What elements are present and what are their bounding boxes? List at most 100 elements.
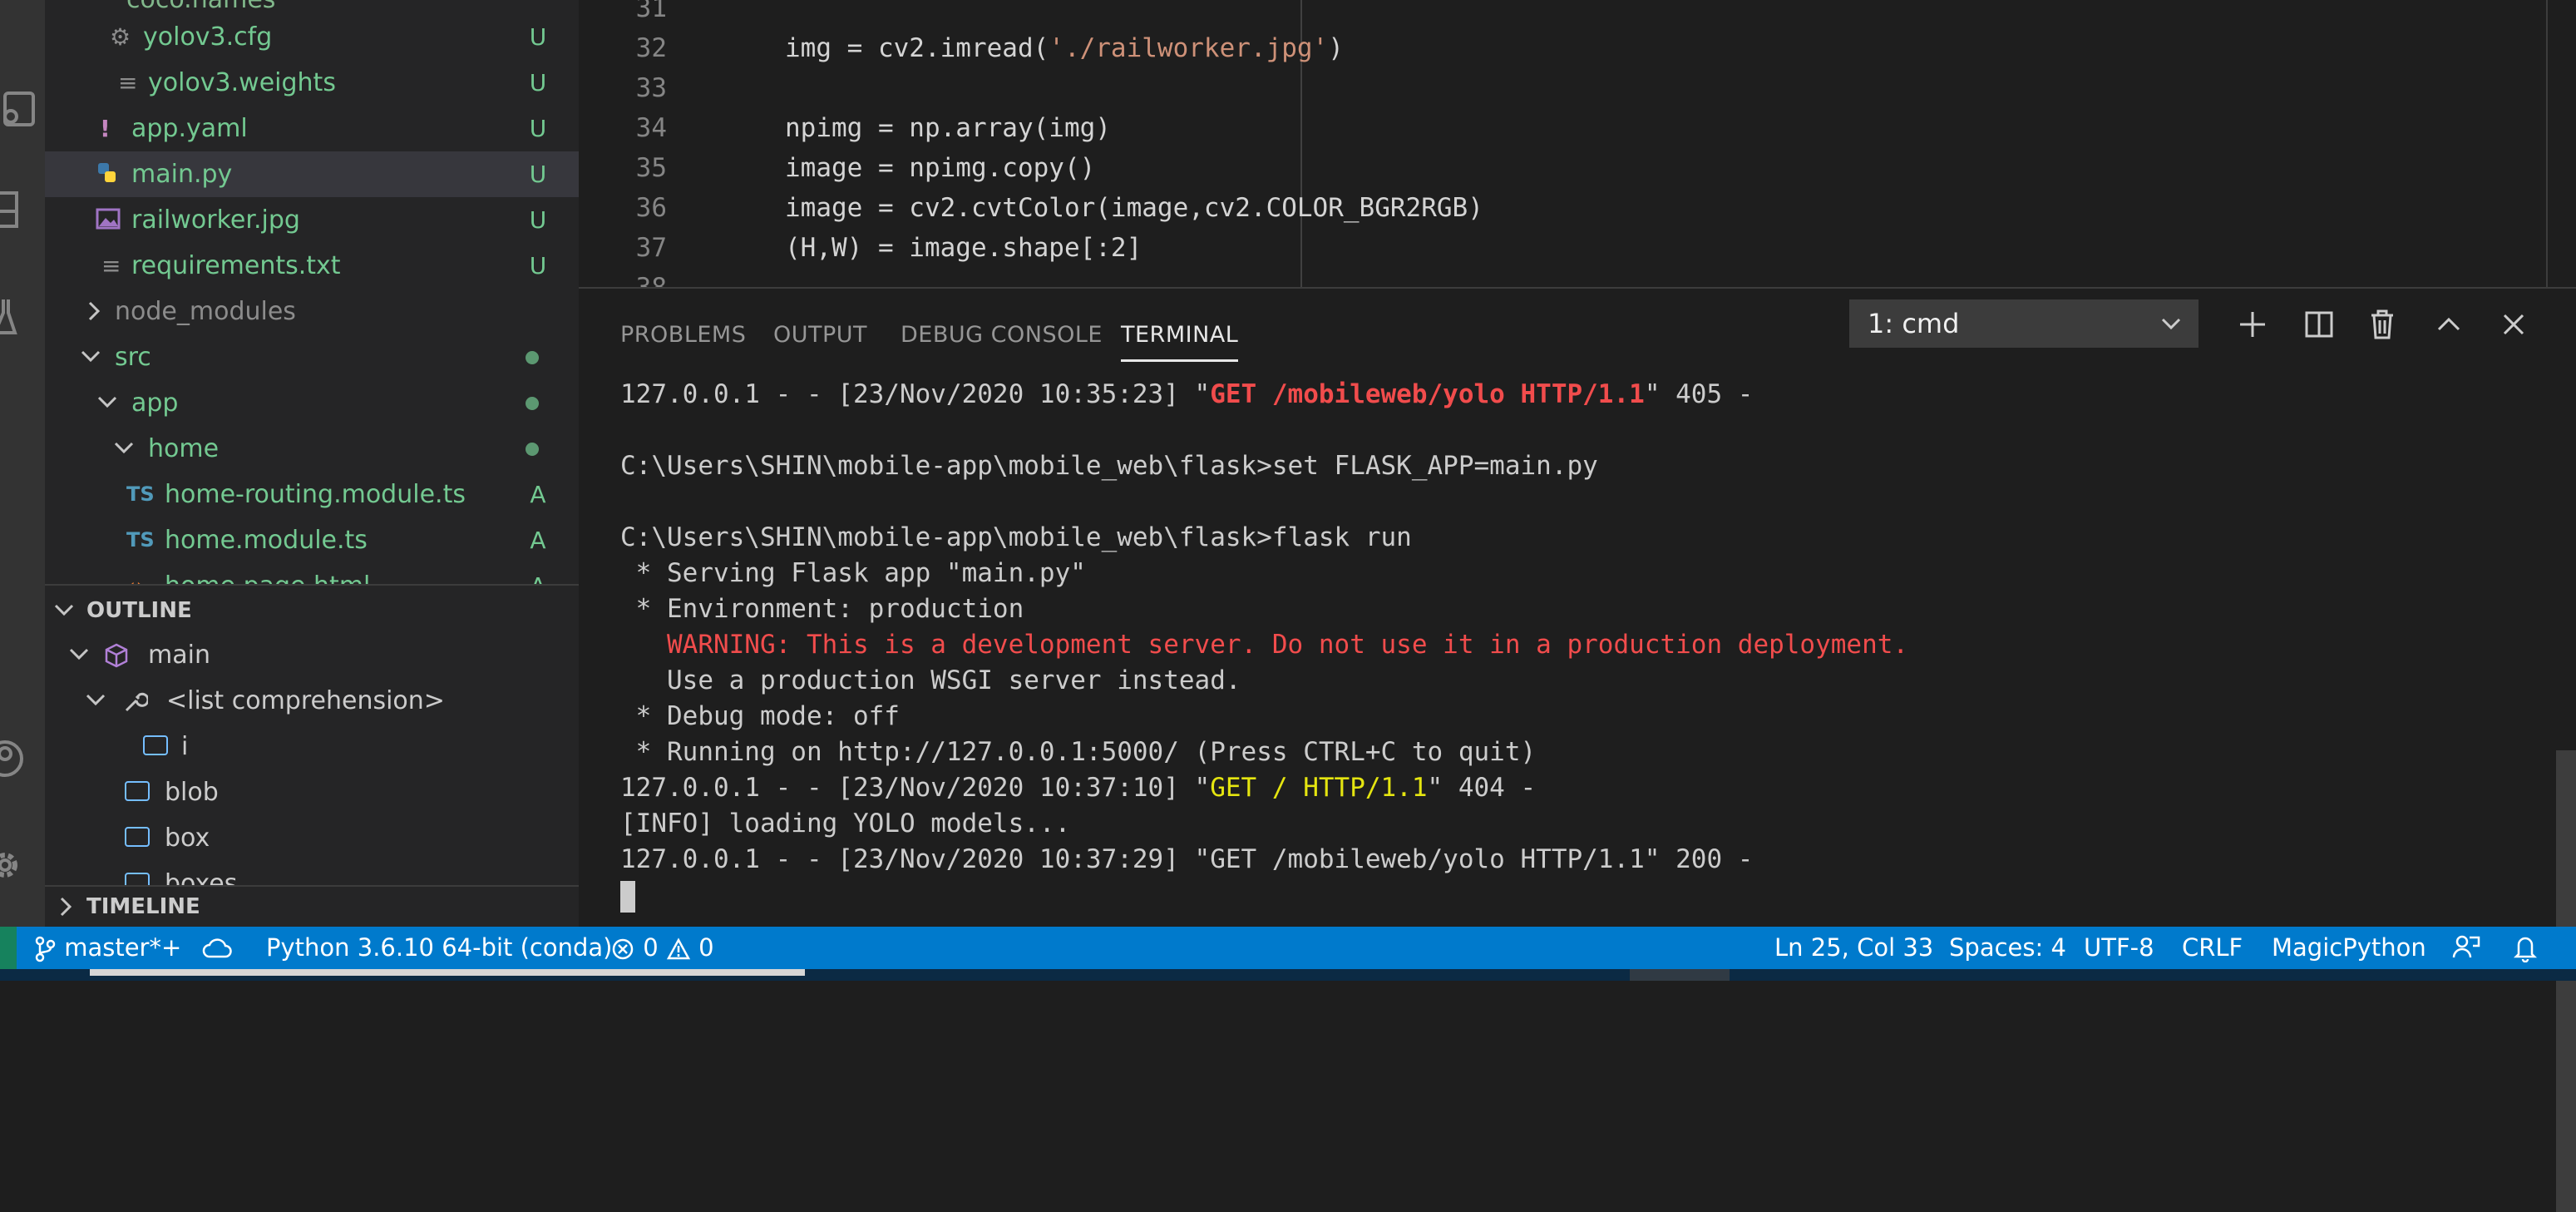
remote-explorer-icon[interactable] xyxy=(0,83,45,133)
folder-home[interactable]: home xyxy=(45,426,579,472)
trash-icon xyxy=(2371,309,2393,339)
sidebar: coco.names ⚙ yolov3.cfg U ≡ yolov3.weigh… xyxy=(45,0,579,927)
wrench-icon xyxy=(125,692,148,712)
outline-item-boxes[interactable]: boxes xyxy=(45,861,579,885)
outline-tree: main <list comprehension> i blob box box… xyxy=(45,632,579,885)
terminal-cursor xyxy=(620,880,635,913)
typescript-file-icon: TS xyxy=(126,482,155,506)
file-home-routing-module-ts[interactable]: TS home-routing.module.ts A xyxy=(45,472,579,517)
modified-dot xyxy=(526,351,539,364)
tab-output[interactable]: OUTPUT xyxy=(773,310,867,360)
folder-node-modules[interactable]: node_modules xyxy=(45,289,579,334)
file-home-module-ts[interactable]: TS home.module.ts A xyxy=(45,517,579,563)
terminal-line: C:\Users\SHIN\mobile-app\mobile_web\flas… xyxy=(620,451,1598,481)
cloud-sync-icon xyxy=(202,938,232,958)
folder-app[interactable]: app xyxy=(45,380,579,426)
file-app-yaml[interactable]: ! app.yaml U xyxy=(45,106,579,151)
module-cube-icon xyxy=(105,643,128,668)
git-badge: A xyxy=(530,527,546,554)
gear-file-icon: ⚙ xyxy=(110,23,131,51)
terminal-line: * Running on http://127.0.0.1:5000/ (Pre… xyxy=(620,737,1537,767)
maximize-panel-button[interactable] xyxy=(2428,304,2470,345)
new-terminal-button[interactable] xyxy=(2232,304,2273,345)
variable-icon xyxy=(125,827,150,847)
tab-terminal[interactable]: TERMINAL xyxy=(1121,310,1239,362)
terminal-output[interactable]: 127.0.0.1 - - [23/Nov/2020 10:35:23] "GE… xyxy=(620,377,1908,913)
terminal-line: 127.0.0.1 - - [23/Nov/2020 10:37:29] "GE… xyxy=(620,844,1754,874)
git-branch-icon xyxy=(35,936,56,962)
terminal-line: 127.0.0.1 - - [23/Nov/2020 10:37:10] "GE… xyxy=(620,773,1537,803)
sync-status[interactable] xyxy=(201,927,233,969)
code-editor[interactable]: 31 32 img = cv2.imread('./railworker.jpg'… xyxy=(579,0,2576,287)
problems-status[interactable]: 0 0 xyxy=(610,927,714,969)
remote-indicator[interactable] xyxy=(0,927,17,969)
accounts-icon[interactable] xyxy=(0,732,45,782)
split-icon xyxy=(2305,311,2333,338)
chevron-down-icon xyxy=(54,604,74,616)
terminal-line: [INFO] loading YOLO models... xyxy=(620,809,1071,839)
eol-status[interactable]: CRLF xyxy=(2182,927,2243,969)
folder-src[interactable]: src xyxy=(45,334,579,380)
indentation-status[interactable]: Spaces: 4 xyxy=(1949,927,2066,969)
status-bar: master*+ Python 3.6.10 64-bit (conda) 0 … xyxy=(0,927,2576,969)
close-icon xyxy=(2503,314,2524,335)
timeline-header[interactable]: TIMELINE xyxy=(45,885,579,928)
notifications-button[interactable] xyxy=(2511,927,2539,969)
chevron-right-icon xyxy=(88,301,101,321)
terminal-scrollbar[interactable] xyxy=(2556,750,2576,1212)
file-home-page-html[interactable]: ‹› home.page.html A xyxy=(45,563,579,584)
taskbar-strip xyxy=(0,969,2576,981)
taskbar-segment xyxy=(1630,969,1730,981)
file-yolov3-weights[interactable]: ≡ yolov3.weights U xyxy=(45,60,579,106)
chevron-down-icon xyxy=(69,648,89,660)
close-panel-button[interactable] xyxy=(2493,304,2534,345)
kill-terminal-button[interactable] xyxy=(2361,304,2403,345)
python-interpreter-status[interactable]: Python 3.6.10 64-bit (conda) xyxy=(266,927,613,969)
yaml-exclamation-icon: ! xyxy=(100,115,111,142)
outline-item-main[interactable]: main xyxy=(45,632,579,678)
error-icon xyxy=(612,938,634,960)
modified-dot xyxy=(526,397,539,410)
outline-item-blob[interactable]: blob xyxy=(45,769,579,815)
terminal-line: C:\Users\SHIN\mobile-app\mobile_web\flas… xyxy=(620,522,1412,552)
cursor-position-status[interactable]: Ln 25, Col 33 xyxy=(1774,927,1933,969)
feedback-icon xyxy=(2452,935,2480,958)
git-branch-status[interactable]: master*+ xyxy=(33,927,181,969)
git-badge: A xyxy=(530,481,546,508)
tab-problems[interactable]: PROBLEMS xyxy=(620,310,746,360)
variable-icon xyxy=(125,781,150,801)
chevron-right-icon xyxy=(60,897,72,917)
git-badge: U xyxy=(529,206,547,234)
variable-icon xyxy=(125,873,150,885)
git-badge: U xyxy=(529,69,547,96)
feedback-button[interactable] xyxy=(2451,927,2481,969)
file-railworker-jpg[interactable]: railworker.jpg U xyxy=(45,197,579,243)
outline-item-i[interactable]: i xyxy=(45,724,579,769)
encoding-status[interactable]: UTF-8 xyxy=(2084,927,2154,969)
outline-item-list-comprehension[interactable]: <list comprehension> xyxy=(45,678,579,724)
terminal-line: Use a production WSGI server instead. xyxy=(620,665,1241,695)
chevron-down-icon xyxy=(97,396,117,408)
outline-item-box[interactable]: box xyxy=(45,815,579,861)
section-divider xyxy=(45,584,579,586)
text-file-icon: ≡ xyxy=(118,69,138,96)
html-file-icon: ‹› xyxy=(126,563,145,584)
git-badge: U xyxy=(529,115,547,142)
terminal-line: * Debug mode: off xyxy=(620,701,900,731)
warning-icon xyxy=(666,937,690,960)
outline-header[interactable]: OUTLINE xyxy=(45,589,579,632)
language-mode-status[interactable]: MagicPython xyxy=(2272,927,2426,969)
extensions-icon[interactable] xyxy=(0,183,45,233)
editor-scrollbar-edge xyxy=(2546,0,2548,287)
bottom-panel: PROBLEMS OUTPUT DEBUG CONSOLE TERMINAL 1… xyxy=(579,287,2576,1212)
file-main-py[interactable]: main.py U xyxy=(45,151,579,197)
split-terminal-button[interactable] xyxy=(2298,304,2340,345)
tab-debug-console[interactable]: DEBUG CONSOLE xyxy=(901,310,1103,360)
terminal-select[interactable]: 1: cmd xyxy=(1849,299,2198,348)
typescript-file-icon: TS xyxy=(126,528,155,552)
file-requirements-txt[interactable]: ≡ requirements.txt U xyxy=(45,243,579,289)
manage-gear-icon[interactable] xyxy=(0,840,45,890)
taskbar-segment xyxy=(90,969,805,976)
testing-flask-icon[interactable] xyxy=(0,291,45,341)
file-yolov3-cfg[interactable]: ⚙ yolov3.cfg U xyxy=(45,14,579,60)
